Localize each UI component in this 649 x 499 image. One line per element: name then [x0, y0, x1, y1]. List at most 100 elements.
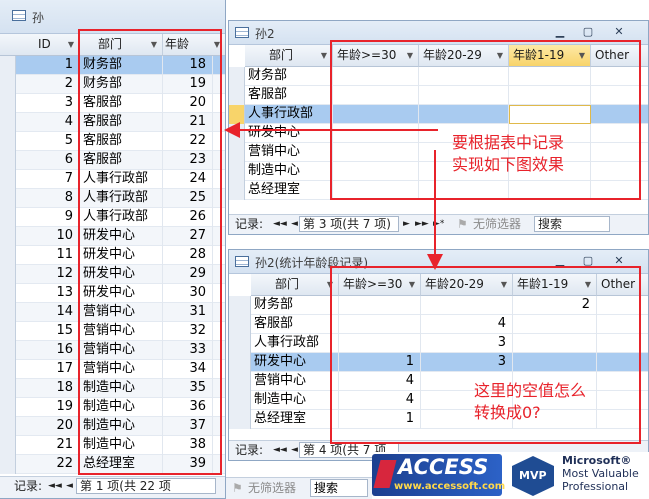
row-selector[interactable]	[229, 162, 245, 181]
prev-record-button[interactable]: ◄	[291, 441, 298, 460]
row-selector[interactable]	[229, 315, 251, 334]
access-mvp-logo: ACCESS www.accessoft.com MVP Microsoft® …	[372, 452, 649, 499]
row-selector[interactable]	[0, 398, 16, 417]
row-selector[interactable]	[229, 353, 251, 372]
row-selector[interactable]	[0, 75, 16, 94]
row-selector[interactable]	[0, 208, 16, 227]
id-cell[interactable]: 15	[16, 322, 80, 341]
dept-cell[interactable]: 制造中心	[251, 391, 339, 410]
minimize-icon[interactable]: ▁	[551, 24, 569, 40]
id-cell[interactable]: 12	[16, 265, 80, 284]
row-selector[interactable]	[0, 227, 16, 246]
row-selector[interactable]	[229, 334, 251, 353]
column-header-id[interactable]: ID ▼	[0, 34, 80, 56]
no-filter-button[interactable]: 无筛选器	[473, 215, 521, 234]
prev-record-button[interactable]: ◄	[66, 477, 73, 496]
record-label: 记录:	[235, 443, 264, 457]
row-selector[interactable]	[229, 86, 245, 105]
id-cell[interactable]: 3	[16, 94, 80, 113]
id-cell[interactable]: 6	[16, 151, 80, 170]
access-logo: ACCESS www.accessoft.com	[372, 454, 505, 496]
row-selector[interactable]	[229, 410, 251, 429]
close-icon[interactable]: ✕	[610, 24, 628, 40]
id-cell[interactable]: 22	[16, 455, 80, 474]
row-selector[interactable]	[0, 341, 16, 360]
row-selector[interactable]	[0, 379, 16, 398]
row-selector[interactable]	[0, 151, 16, 170]
first-record-button[interactable]: ◄◄	[273, 441, 287, 460]
row-selector[interactable]	[229, 181, 245, 200]
row-selector[interactable]	[0, 322, 16, 341]
dept-cell[interactable]: 客服部	[251, 315, 339, 334]
id-cell[interactable]: 21	[16, 436, 80, 455]
row-selector[interactable]	[0, 303, 16, 322]
dept-cell[interactable]: 财务部	[245, 67, 333, 86]
current-record-field[interactable]: 第 3 项(共 7 项)	[299, 216, 399, 232]
id-cell[interactable]: 14	[16, 303, 80, 322]
id-cell[interactable]: 20	[16, 417, 80, 436]
id-cell[interactable]: 17	[16, 360, 80, 379]
maximize-icon[interactable]: ▢	[579, 24, 597, 40]
row-selector[interactable]	[229, 391, 251, 410]
id-cell[interactable]: 19	[16, 398, 80, 417]
dropdown-arrow-icon[interactable]: ▼	[68, 34, 74, 55]
row-selector[interactable]	[229, 143, 245, 162]
dropdown-arrow-icon[interactable]: ▼	[321, 45, 327, 66]
window-title: 孙2	[255, 27, 275, 41]
last-record-button[interactable]: ►►	[415, 215, 429, 234]
dept-cell[interactable]: 制造中心	[245, 162, 333, 181]
row-selector[interactable]	[0, 360, 16, 379]
first-record-button[interactable]: ◄◄	[48, 477, 62, 496]
row-selector[interactable]	[0, 436, 16, 455]
dept-cell[interactable]: 研发中心	[245, 124, 333, 143]
id-cell[interactable]: 7	[16, 170, 80, 189]
window1-nav-extension: ⚑ 无筛选器 搜索	[226, 477, 372, 499]
row-selector[interactable]	[229, 296, 251, 315]
id-cell[interactable]: 2	[16, 75, 80, 94]
dept-cell[interactable]: 研发中心	[251, 353, 339, 372]
filter-icon: ⚑	[457, 217, 468, 231]
current-record-field[interactable]: 第 1 项(共 22 项	[76, 478, 216, 494]
dept-cell[interactable]: 营销中心	[245, 143, 333, 162]
column-header-dept[interactable]: 部门 ▼	[245, 45, 333, 67]
id-cell[interactable]: 10	[16, 227, 80, 246]
row-selector[interactable]	[0, 246, 16, 265]
id-cell[interactable]: 8	[16, 189, 80, 208]
row-selector[interactable]	[0, 132, 16, 151]
dept-cell[interactable]: 总经理室	[251, 410, 339, 429]
row-selector[interactable]	[0, 189, 16, 208]
dept-cell[interactable]: 营销中心	[251, 372, 339, 391]
search-box[interactable]: 搜索	[310, 479, 368, 497]
row-selector[interactable]	[0, 455, 16, 474]
row-selector[interactable]	[0, 94, 16, 113]
row-selector[interactable]	[229, 67, 245, 86]
next-record-button[interactable]: ►	[403, 215, 410, 234]
id-cell[interactable]: 4	[16, 113, 80, 132]
search-box[interactable]: 搜索	[534, 216, 610, 232]
row-selector[interactable]	[0, 113, 16, 132]
id-cell[interactable]: 13	[16, 284, 80, 303]
id-cell[interactable]: 1	[16, 56, 80, 75]
dept-cell[interactable]: 人事行政部	[245, 105, 333, 124]
column-header-dept[interactable]: 部门 ▼	[251, 274, 339, 296]
annotation-arrow-line	[238, 129, 438, 131]
prev-record-button[interactable]: ◄	[291, 215, 298, 234]
row-selector[interactable]	[0, 417, 16, 436]
id-cell[interactable]: 11	[16, 246, 80, 265]
row-selector[interactable]	[0, 170, 16, 189]
record-navigation-bar: 记录: ◄◄ ◄ 第 1 项(共 22 项	[0, 476, 225, 498]
id-cell[interactable]: 18	[16, 379, 80, 398]
no-filter-button[interactable]: 无筛选器	[248, 478, 296, 499]
dept-cell[interactable]: 财务部	[251, 296, 339, 315]
row-selector[interactable]	[0, 265, 16, 284]
row-selector[interactable]	[0, 284, 16, 303]
dept-cell[interactable]: 客服部	[245, 86, 333, 105]
first-record-button[interactable]: ◄◄	[273, 215, 287, 234]
id-cell[interactable]: 16	[16, 341, 80, 360]
row-selector[interactable]	[0, 56, 16, 75]
id-cell[interactable]: 9	[16, 208, 80, 227]
id-cell[interactable]: 5	[16, 132, 80, 151]
dept-cell[interactable]: 总经理室	[245, 181, 333, 200]
dept-cell[interactable]: 人事行政部	[251, 334, 339, 353]
row-selector[interactable]	[229, 372, 251, 391]
